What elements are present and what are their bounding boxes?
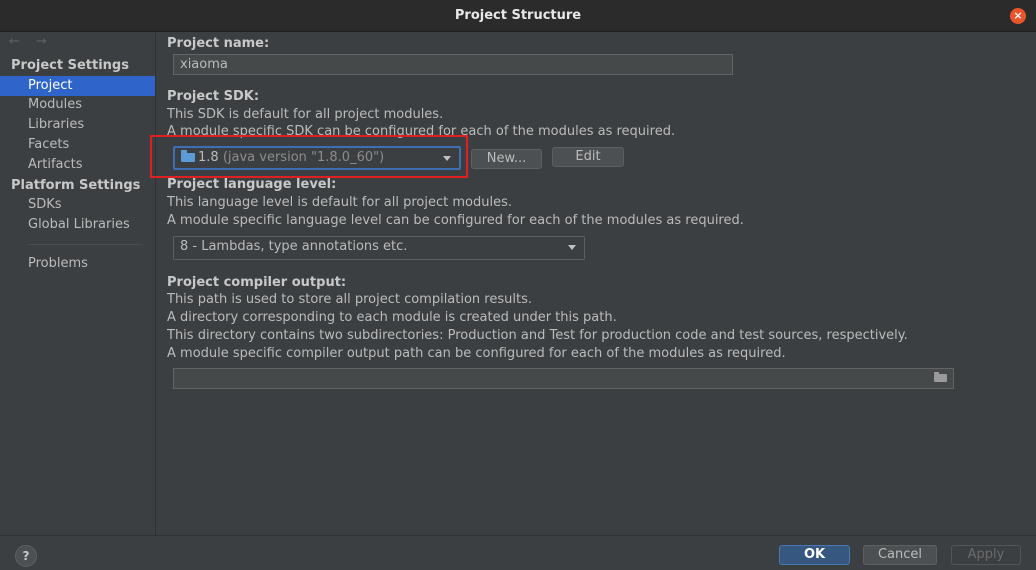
- help-icon[interactable]: ?: [15, 545, 37, 567]
- chevron-down-icon: [568, 245, 576, 250]
- project-settings-panel: Project name: xiaoma Project SDK: This S…: [157, 33, 1036, 535]
- compiler-output-desc-3: This directory contains two subdirectori…: [167, 328, 908, 343]
- compiler-output-label: Project compiler output:: [167, 275, 347, 290]
- project-sdk-desc-1: This SDK is default for all project modu…: [167, 107, 444, 122]
- ok-button[interactable]: OK: [779, 545, 850, 565]
- new-sdk-button[interactable]: New...: [471, 149, 542, 169]
- sidebar-item-artifacts[interactable]: Artifacts: [0, 155, 155, 175]
- apply-button[interactable]: Apply: [951, 545, 1021, 565]
- folder-browse-icon[interactable]: [934, 372, 947, 382]
- language-level-dropdown[interactable]: 8 - Lambdas, type annotations etc.: [173, 236, 585, 260]
- dialog-footer: ? OK Cancel Apply: [0, 535, 1036, 570]
- language-level-desc-1: This language level is default for all p…: [167, 195, 512, 210]
- sdk-highlight-box: [150, 135, 468, 178]
- window-title: Project Structure: [454, 8, 582, 23]
- sidebar-divider: [28, 244, 143, 245]
- compiler-output-desc-4: A module specific compiler output path c…: [167, 346, 786, 361]
- sidebar-item-libraries[interactable]: Libraries: [0, 115, 155, 135]
- language-level-label: Project language level:: [167, 177, 337, 192]
- project-name-label: Project name:: [167, 36, 270, 51]
- language-level-desc-2: A module specific language level can be …: [167, 213, 744, 228]
- compiler-output-desc-1: This path is used to store all project c…: [167, 292, 532, 307]
- sidebar-item-global-libraries[interactable]: Global Libraries: [0, 215, 155, 235]
- settings-sidebar: ← → Project Settings Project Modules Lib…: [0, 33, 156, 535]
- compiler-output-input[interactable]: [173, 368, 954, 389]
- sidebar-item-problems[interactable]: Problems: [0, 254, 155, 274]
- project-name-input[interactable]: xiaoma: [173, 54, 733, 75]
- sidebar-item-modules[interactable]: Modules: [0, 95, 155, 115]
- title-bar: Project Structure ×: [0, 0, 1036, 32]
- edit-sdk-button[interactable]: Edit: [552, 147, 624, 167]
- back-forward-icon[interactable]: ← →: [9, 34, 53, 49]
- sidebar-item-project[interactable]: Project: [0, 76, 155, 96]
- compiler-output-desc-2: A directory corresponding to each module…: [167, 310, 617, 325]
- cancel-button[interactable]: Cancel: [863, 545, 937, 565]
- platform-settings-header: Platform Settings: [11, 178, 141, 193]
- project-sdk-label: Project SDK:: [167, 89, 260, 104]
- close-icon[interactable]: ×: [1010, 8, 1026, 24]
- sidebar-item-facets[interactable]: Facets: [0, 135, 155, 155]
- project-settings-header: Project Settings: [11, 58, 129, 73]
- sidebar-item-sdks[interactable]: SDKs: [0, 195, 155, 215]
- language-level-value: 8 - Lambdas, type annotations etc.: [180, 239, 408, 254]
